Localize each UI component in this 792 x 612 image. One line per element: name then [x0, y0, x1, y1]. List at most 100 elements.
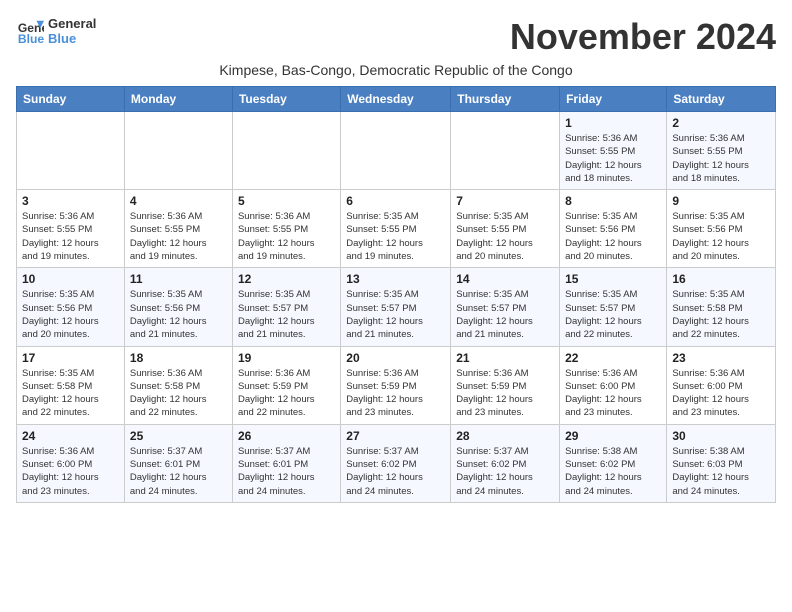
calendar-table: SundayMondayTuesdayWednesdayThursdayFrid… — [16, 86, 776, 503]
calendar-cell: 15Sunrise: 5:35 AM Sunset: 5:57 PM Dayli… — [560, 268, 667, 346]
calendar-cell: 11 Sunrise: 5:35 AM Sunset: 5:56 PM Dayli… — [124, 268, 232, 346]
calendar-cell — [232, 112, 340, 190]
day-info: Sunrise: 5:35 AM Sunset: 5:56 PM Dayligh… — [672, 210, 770, 263]
logo: General Blue General Blue — [16, 16, 96, 46]
weekday-header: Wednesday — [341, 87, 451, 112]
logo-general: General — [48, 16, 96, 31]
calendar-cell: 26Sunrise: 5:37 AM Sunset: 6:01 PM Dayli… — [232, 424, 340, 502]
day-info: Sunrise: 5:35 AM Sunset: 5:57 PM Dayligh… — [238, 288, 335, 341]
day-info: Sunrise: 5:35 AM Sunset: 5:57 PM Dayligh… — [456, 288, 554, 341]
day-info: Sunrise: 5:35 AM Sunset: 5:55 PM Dayligh… — [346, 210, 445, 263]
day-number: 17 — [22, 351, 119, 365]
calendar-cell: 16 Sunrise: 5:35 AM Sunset: 5:58 PM Dayli… — [667, 268, 776, 346]
day-info: Sunrise: 5:36 AM Sunset: 5:59 PM Dayligh… — [456, 367, 554, 420]
calendar-header: SundayMondayTuesdayWednesdayThursdayFrid… — [17, 87, 776, 112]
calendar-cell — [17, 112, 125, 190]
calendar-cell: 3 Sunrise: 5:36 AM Sunset: 5:55 PM Daylig… — [17, 190, 125, 268]
day-info: Sunrise: 5:35 AM Sunset: 5:56 PM Dayligh… — [565, 210, 661, 263]
calendar-cell: 17 Sunrise: 5:35 AM Sunset: 5:58 PM Dayli… — [17, 346, 125, 424]
calendar-cell: 22 Sunrise: 5:36 AM Sunset: 6:00 PM Dayli… — [560, 346, 667, 424]
svg-text:Blue: Blue — [18, 32, 44, 45]
subtitle: Kimpese, Bas-Congo, Democratic Republic … — [16, 62, 776, 78]
day-number: 24 — [22, 429, 119, 443]
calendar-cell: 23 Sunrise: 5:36 AM Sunset: 6:00 PM Dayli… — [667, 346, 776, 424]
logo-icon: General Blue — [16, 17, 44, 45]
day-number: 7 — [456, 194, 554, 208]
calendar-cell: 21 Sunrise: 5:36 AM Sunset: 5:59 PM Dayli… — [451, 346, 560, 424]
day-number: 10 — [22, 272, 119, 286]
weekday-header: Friday — [560, 87, 667, 112]
day-number: 15 — [565, 272, 661, 286]
day-info: Sunrise: 5:35 AM Sunset: 5:55 PM Dayligh… — [456, 210, 554, 263]
calendar-cell — [341, 112, 451, 190]
weekday-row: SundayMondayTuesdayWednesdayThursdayFrid… — [17, 87, 776, 112]
calendar-cell: 28Sunrise: 5:37 AM Sunset: 6:02 PM Dayli… — [451, 424, 560, 502]
weekday-header: Monday — [124, 87, 232, 112]
day-number: 11 — [130, 272, 227, 286]
calendar-cell: 27 Sunrise: 5:37 AM Sunset: 6:02 PM Dayli… — [341, 424, 451, 502]
day-number: 16 — [672, 272, 770, 286]
calendar-week-row: 17 Sunrise: 5:35 AM Sunset: 5:58 PM Dayli… — [17, 346, 776, 424]
day-info: Sunrise: 5:36 AM Sunset: 6:00 PM Dayligh… — [565, 367, 661, 420]
day-number: 1 — [565, 116, 661, 130]
calendar-cell: 13Sunrise: 5:35 AM Sunset: 5:57 PM Dayli… — [341, 268, 451, 346]
day-info: Sunrise: 5:36 AM Sunset: 5:59 PM Dayligh… — [346, 367, 445, 420]
calendar-cell: 10 Sunrise: 5:35 AM Sunset: 5:56 PM Dayli… — [17, 268, 125, 346]
calendar-cell — [124, 112, 232, 190]
day-info: Sunrise: 5:35 AM Sunset: 5:56 PM Dayligh… — [130, 288, 227, 341]
day-info: Sunrise: 5:37 AM Sunset: 6:02 PM Dayligh… — [346, 445, 445, 498]
day-info: Sunrise: 5:36 AM Sunset: 6:00 PM Dayligh… — [672, 367, 770, 420]
day-number: 2 — [672, 116, 770, 130]
calendar-cell: 8 Sunrise: 5:35 AM Sunset: 5:56 PM Daylig… — [560, 190, 667, 268]
day-info: Sunrise: 5:36 AM Sunset: 6:00 PM Dayligh… — [22, 445, 119, 498]
calendar-cell: 20 Sunrise: 5:36 AM Sunset: 5:59 PM Dayli… — [341, 346, 451, 424]
calendar-cell: 24 Sunrise: 5:36 AM Sunset: 6:00 PM Dayli… — [17, 424, 125, 502]
day-info: Sunrise: 5:37 AM Sunset: 6:02 PM Dayligh… — [456, 445, 554, 498]
day-number: 29 — [565, 429, 661, 443]
day-number: 4 — [130, 194, 227, 208]
calendar-cell: 25Sunrise: 5:37 AM Sunset: 6:01 PM Dayli… — [124, 424, 232, 502]
calendar-week-row: 1 Sunrise: 5:36 AM Sunset: 5:55 PM Daylig… — [17, 112, 776, 190]
day-number: 25 — [130, 429, 227, 443]
calendar-cell: 2Sunrise: 5:36 AM Sunset: 5:55 PM Daylig… — [667, 112, 776, 190]
day-number: 27 — [346, 429, 445, 443]
day-number: 30 — [672, 429, 770, 443]
day-info: Sunrise: 5:35 AM Sunset: 5:56 PM Dayligh… — [22, 288, 119, 341]
day-info: Sunrise: 5:38 AM Sunset: 6:03 PM Dayligh… — [672, 445, 770, 498]
calendar-week-row: 3 Sunrise: 5:36 AM Sunset: 5:55 PM Daylig… — [17, 190, 776, 268]
calendar-cell: 14 Sunrise: 5:35 AM Sunset: 5:57 PM Dayli… — [451, 268, 560, 346]
weekday-header: Saturday — [667, 87, 776, 112]
calendar-cell: 18Sunrise: 5:36 AM Sunset: 5:58 PM Dayli… — [124, 346, 232, 424]
day-number: 8 — [565, 194, 661, 208]
day-number: 21 — [456, 351, 554, 365]
day-info: Sunrise: 5:36 AM Sunset: 5:55 PM Dayligh… — [238, 210, 335, 263]
day-number: 14 — [456, 272, 554, 286]
day-number: 22 — [565, 351, 661, 365]
calendar-cell: 12 Sunrise: 5:35 AM Sunset: 5:57 PM Dayli… — [232, 268, 340, 346]
weekday-header: Thursday — [451, 87, 560, 112]
day-info: Sunrise: 5:38 AM Sunset: 6:02 PM Dayligh… — [565, 445, 661, 498]
day-info: Sunrise: 5:36 AM Sunset: 5:55 PM Dayligh… — [565, 132, 661, 185]
day-number: 5 — [238, 194, 335, 208]
day-number: 6 — [346, 194, 445, 208]
weekday-header: Tuesday — [232, 87, 340, 112]
day-number: 12 — [238, 272, 335, 286]
calendar-week-row: 10 Sunrise: 5:35 AM Sunset: 5:56 PM Dayli… — [17, 268, 776, 346]
day-number: 20 — [346, 351, 445, 365]
calendar-week-row: 24 Sunrise: 5:36 AM Sunset: 6:00 PM Dayli… — [17, 424, 776, 502]
day-number: 3 — [22, 194, 119, 208]
logo-blue: Blue — [48, 31, 96, 46]
calendar-cell: 19Sunrise: 5:36 AM Sunset: 5:59 PM Dayli… — [232, 346, 340, 424]
calendar-body: 1 Sunrise: 5:36 AM Sunset: 5:55 PM Daylig… — [17, 112, 776, 503]
day-number: 23 — [672, 351, 770, 365]
day-info: Sunrise: 5:36 AM Sunset: 5:55 PM Dayligh… — [22, 210, 119, 263]
day-info: Sunrise: 5:37 AM Sunset: 6:01 PM Dayligh… — [238, 445, 335, 498]
day-info: Sunrise: 5:36 AM Sunset: 5:55 PM Dayligh… — [130, 210, 227, 263]
day-number: 13 — [346, 272, 445, 286]
weekday-header: Sunday — [17, 87, 125, 112]
calendar-cell: 7 Sunrise: 5:35 AM Sunset: 5:55 PM Daylig… — [451, 190, 560, 268]
month-title: November 2024 — [510, 16, 776, 58]
day-info: Sunrise: 5:35 AM Sunset: 5:58 PM Dayligh… — [672, 288, 770, 341]
day-info: Sunrise: 5:35 AM Sunset: 5:58 PM Dayligh… — [22, 367, 119, 420]
day-info: Sunrise: 5:36 AM Sunset: 5:59 PM Dayligh… — [238, 367, 335, 420]
